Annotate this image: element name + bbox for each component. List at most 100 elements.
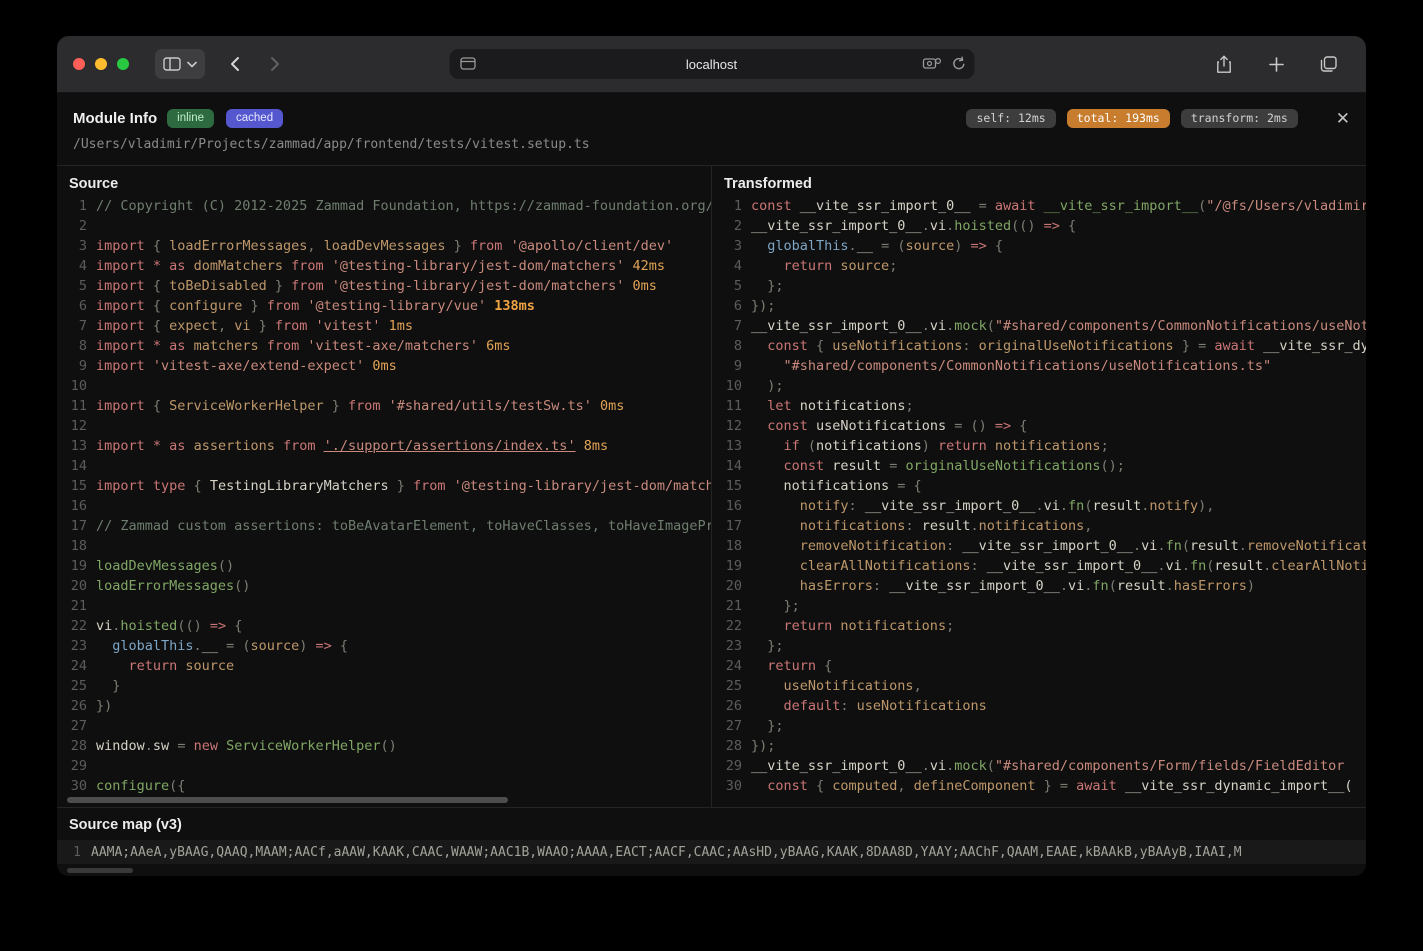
line-number: 9	[712, 356, 742, 376]
code-line: 20loadErrorMessages()	[57, 576, 711, 596]
panel-title-transformed: Transformed	[712, 166, 1366, 196]
line-number: 23	[57, 636, 87, 656]
module-file-link[interactable]: './support/assertions/index.ts'	[324, 438, 576, 454]
share-icon	[1216, 55, 1232, 74]
forward-button[interactable]	[259, 49, 291, 79]
line-number: 5	[712, 276, 742, 296]
back-button[interactable]	[219, 49, 251, 79]
source-code[interactable]: 1// Copyright (C) 2012-2025 Zammad Found…	[57, 196, 711, 803]
code-line: 14	[57, 456, 711, 476]
line-number: 5	[57, 276, 87, 296]
code-line: 21	[57, 596, 711, 616]
badge-inline: inline	[167, 109, 214, 128]
address-bar[interactable]: localhost	[449, 49, 974, 79]
share-button[interactable]	[1208, 49, 1240, 79]
code-line: 21 };	[712, 596, 1366, 616]
timing-badges: self: 12mstotal: 193mstransform: 2ms	[966, 109, 1297, 128]
tab-overview-button[interactable]	[1312, 49, 1344, 79]
line-number: 13	[57, 436, 87, 456]
line-number: 13	[712, 436, 742, 456]
line-number: 26	[57, 696, 87, 716]
code-line: 13import * as assertions from './support…	[57, 436, 711, 456]
code-line: 30 const { computed, defineComponent } =…	[712, 776, 1366, 796]
code-line: 9import 'vitest-axe/extend-expect' 0ms	[57, 356, 711, 376]
line-number: 6	[712, 296, 742, 316]
timing-total: total: 193ms	[1067, 109, 1170, 128]
line-number: 7	[57, 316, 87, 336]
horizontal-scrollbar[interactable]	[67, 797, 508, 803]
sidebar-toggle-button[interactable]	[155, 49, 205, 79]
line-number: 15	[712, 476, 742, 496]
line-number: 3	[57, 236, 87, 256]
line-number: 24	[57, 656, 87, 676]
transformed-code[interactable]: 1const __vite_ssr_import_0__ = await __v…	[712, 196, 1366, 803]
code-line: 13 if (notifications) return notificatio…	[712, 436, 1366, 456]
line-number: 29	[712, 756, 742, 776]
code-line: 15 notifications = {	[712, 476, 1366, 496]
new-tab-button[interactable]	[1260, 49, 1292, 79]
code-line: 25 useNotifications,	[712, 676, 1366, 696]
code-line: 10	[57, 376, 711, 396]
code-line: 10 );	[712, 376, 1366, 396]
line-number: 2	[712, 216, 742, 236]
transformed-panel: Transformed 1const __vite_ssr_import_0__…	[711, 166, 1366, 807]
line-number: 27	[57, 716, 87, 736]
code-line: 16 notify: __vite_ssr_import_0__.vi.fn(r…	[712, 496, 1366, 516]
code-line: 11 let notifications;	[712, 396, 1366, 416]
line-number: 24	[712, 656, 742, 676]
line-number: 29	[57, 756, 87, 776]
sourcemap-scrollbar[interactable]	[67, 868, 133, 873]
line-number: 3	[712, 236, 742, 256]
chevron-left-icon	[230, 56, 240, 72]
code-line: 2__vite_ssr_import_0__.vi.hoisted(() => …	[712, 216, 1366, 236]
code-line: 17// Zammad custom assertions: toBeAvata…	[57, 516, 711, 536]
close-button[interactable]: ✕	[1336, 110, 1350, 127]
url-text: localhost	[686, 57, 737, 72]
line-number: 11	[712, 396, 742, 416]
line-number: 14	[712, 456, 742, 476]
code-line: 8 const { useNotifications: originalUseN…	[712, 336, 1366, 356]
line-number: 20	[712, 576, 742, 596]
camera-icon[interactable]	[922, 56, 941, 71]
close-icon: ✕	[1336, 109, 1350, 128]
line-number: 30	[712, 776, 742, 796]
code-line: 19 clearAllNotifications: __vite_ssr_imp…	[712, 556, 1366, 576]
code-line: 16	[57, 496, 711, 516]
reload-icon[interactable]	[951, 56, 966, 71]
module-path: /Users/vladimir/Projects/zammad/app/fron…	[57, 128, 1366, 165]
traffic-light-close[interactable]	[73, 58, 85, 70]
line-number: 12	[712, 416, 742, 436]
module-badges: inlinecached	[167, 109, 283, 128]
line-number: 14	[57, 456, 87, 476]
code-line: 1const __vite_ssr_import_0__ = await __v…	[712, 196, 1366, 216]
page-icon[interactable]	[459, 56, 476, 71]
line-number: 30	[57, 776, 87, 796]
code-line: 14 const result = originalUseNotificatio…	[712, 456, 1366, 476]
panel-title-source: Source	[57, 166, 711, 196]
code-line: 30configure({	[57, 776, 711, 796]
line-number: 19	[712, 556, 742, 576]
code-line: 7import { expect, vi } from 'vitest' 1ms	[57, 316, 711, 336]
code-line: 7__vite_ssr_import_0__.vi.mock("#shared/…	[712, 316, 1366, 336]
sidebar-icon	[163, 57, 181, 71]
line-number: 9	[57, 356, 87, 376]
line-number: 1	[712, 196, 742, 216]
code-panels: Source 1// Copyright (C) 2012-2025 Zamma…	[57, 166, 1366, 807]
chevron-right-icon	[270, 56, 280, 72]
browser-window: localhost	[57, 36, 1366, 876]
line-number: 6	[57, 296, 87, 316]
source-panel: Source 1// Copyright (C) 2012-2025 Zamma…	[57, 166, 711, 807]
code-line: 23 globalThis.__ = (source) => {	[57, 636, 711, 656]
code-line: 28});	[712, 736, 1366, 756]
traffic-light-zoom[interactable]	[117, 58, 129, 70]
line-number: 28	[57, 736, 87, 756]
line-number: 22	[712, 616, 742, 636]
line-number: 4	[57, 256, 87, 276]
code-line: 12	[57, 416, 711, 436]
line-number: 16	[712, 496, 742, 516]
line-number: 2	[57, 216, 87, 236]
line-number: 11	[57, 396, 87, 416]
code-line: 12 const useNotifications = () => {	[712, 416, 1366, 436]
plus-icon	[1269, 57, 1284, 72]
traffic-light-minimize[interactable]	[95, 58, 107, 70]
